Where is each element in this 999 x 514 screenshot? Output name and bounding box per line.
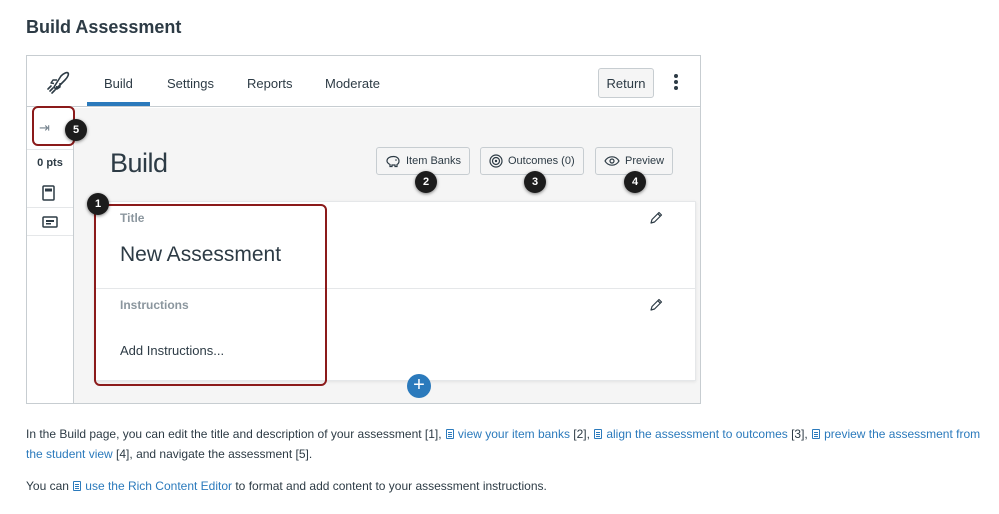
callout-badge-2: 2 bbox=[415, 171, 437, 193]
piggy-bank-icon bbox=[386, 155, 400, 167]
desc1-text-3: [3], bbox=[787, 427, 812, 441]
callout-badge-1: 1 bbox=[87, 193, 109, 215]
eye-icon bbox=[604, 156, 620, 166]
tab-settings[interactable]: Settings bbox=[167, 76, 214, 91]
return-button[interactable]: Return bbox=[598, 68, 654, 98]
description-paragraph-1: In the Build page, you can edit the titl… bbox=[26, 424, 992, 464]
edit-title-pencil-icon[interactable] bbox=[648, 210, 664, 226]
document-icon bbox=[73, 481, 82, 491]
tab-moderate[interactable]: Moderate bbox=[325, 76, 380, 91]
document-icon bbox=[812, 429, 821, 439]
assessment-screenshot: Build Settings Reports Moderate Return ⇥… bbox=[26, 55, 701, 404]
desc2-text-1: You can bbox=[26, 479, 73, 493]
add-item-button[interactable]: + bbox=[407, 374, 431, 398]
page-title: Build Assessment bbox=[26, 17, 182, 37]
build-heading: Build bbox=[110, 148, 168, 178]
points-total: 0 pts bbox=[37, 157, 63, 169]
card-icon[interactable] bbox=[42, 216, 58, 228]
top-navigation: Build Settings Reports Moderate Return bbox=[27, 56, 700, 107]
edit-instructions-pencil-icon[interactable] bbox=[648, 297, 664, 313]
rich-content-editor-link[interactable]: use the Rich Content Editor bbox=[72, 479, 232, 493]
callout-badge-5: 5 bbox=[65, 119, 87, 141]
view-item-banks-link-text: view your item banks bbox=[457, 427, 570, 441]
rich-content-editor-link-text: use the Rich Content Editor bbox=[85, 479, 233, 493]
description-paragraph-2: You can use the Rich Content Editor to f… bbox=[26, 476, 992, 496]
tab-reports[interactable]: Reports bbox=[247, 76, 293, 91]
align-outcomes-link[interactable]: align the assessment to outcomes bbox=[593, 427, 788, 441]
rocket-icon bbox=[47, 71, 70, 94]
desc1-text-2: [2], bbox=[569, 427, 594, 441]
align-outcomes-link-text: align the assessment to outcomes bbox=[606, 427, 788, 441]
document-icon bbox=[594, 429, 603, 439]
preview-label: Preview bbox=[625, 155, 665, 167]
highlight-title-instructions bbox=[94, 204, 327, 386]
desc2-text-2: to format and add content to your assess… bbox=[232, 479, 547, 493]
calculator-icon[interactable] bbox=[42, 185, 56, 202]
active-tab-indicator bbox=[87, 102, 150, 106]
more-options-icon[interactable] bbox=[668, 72, 684, 92]
item-banks-label: Item Banks bbox=[406, 155, 462, 167]
document-icon bbox=[445, 429, 454, 439]
tab-build[interactable]: Build bbox=[104, 76, 133, 91]
desc1-text-4: [4], and navigate the assessment [5]. bbox=[112, 447, 313, 461]
rail-row-card bbox=[27, 208, 73, 236]
callout-badge-3: 3 bbox=[524, 171, 546, 193]
callout-badge-4: 4 bbox=[624, 171, 646, 193]
outcomes-label: Outcomes (0) bbox=[508, 155, 575, 167]
view-item-banks-link[interactable]: view your item banks bbox=[445, 427, 570, 441]
target-icon bbox=[489, 154, 503, 168]
rail-row-calculator bbox=[27, 180, 73, 208]
desc1-text-1: In the Build page, you can edit the titl… bbox=[26, 427, 445, 441]
left-rail: ⇥ 0 pts bbox=[27, 108, 74, 403]
